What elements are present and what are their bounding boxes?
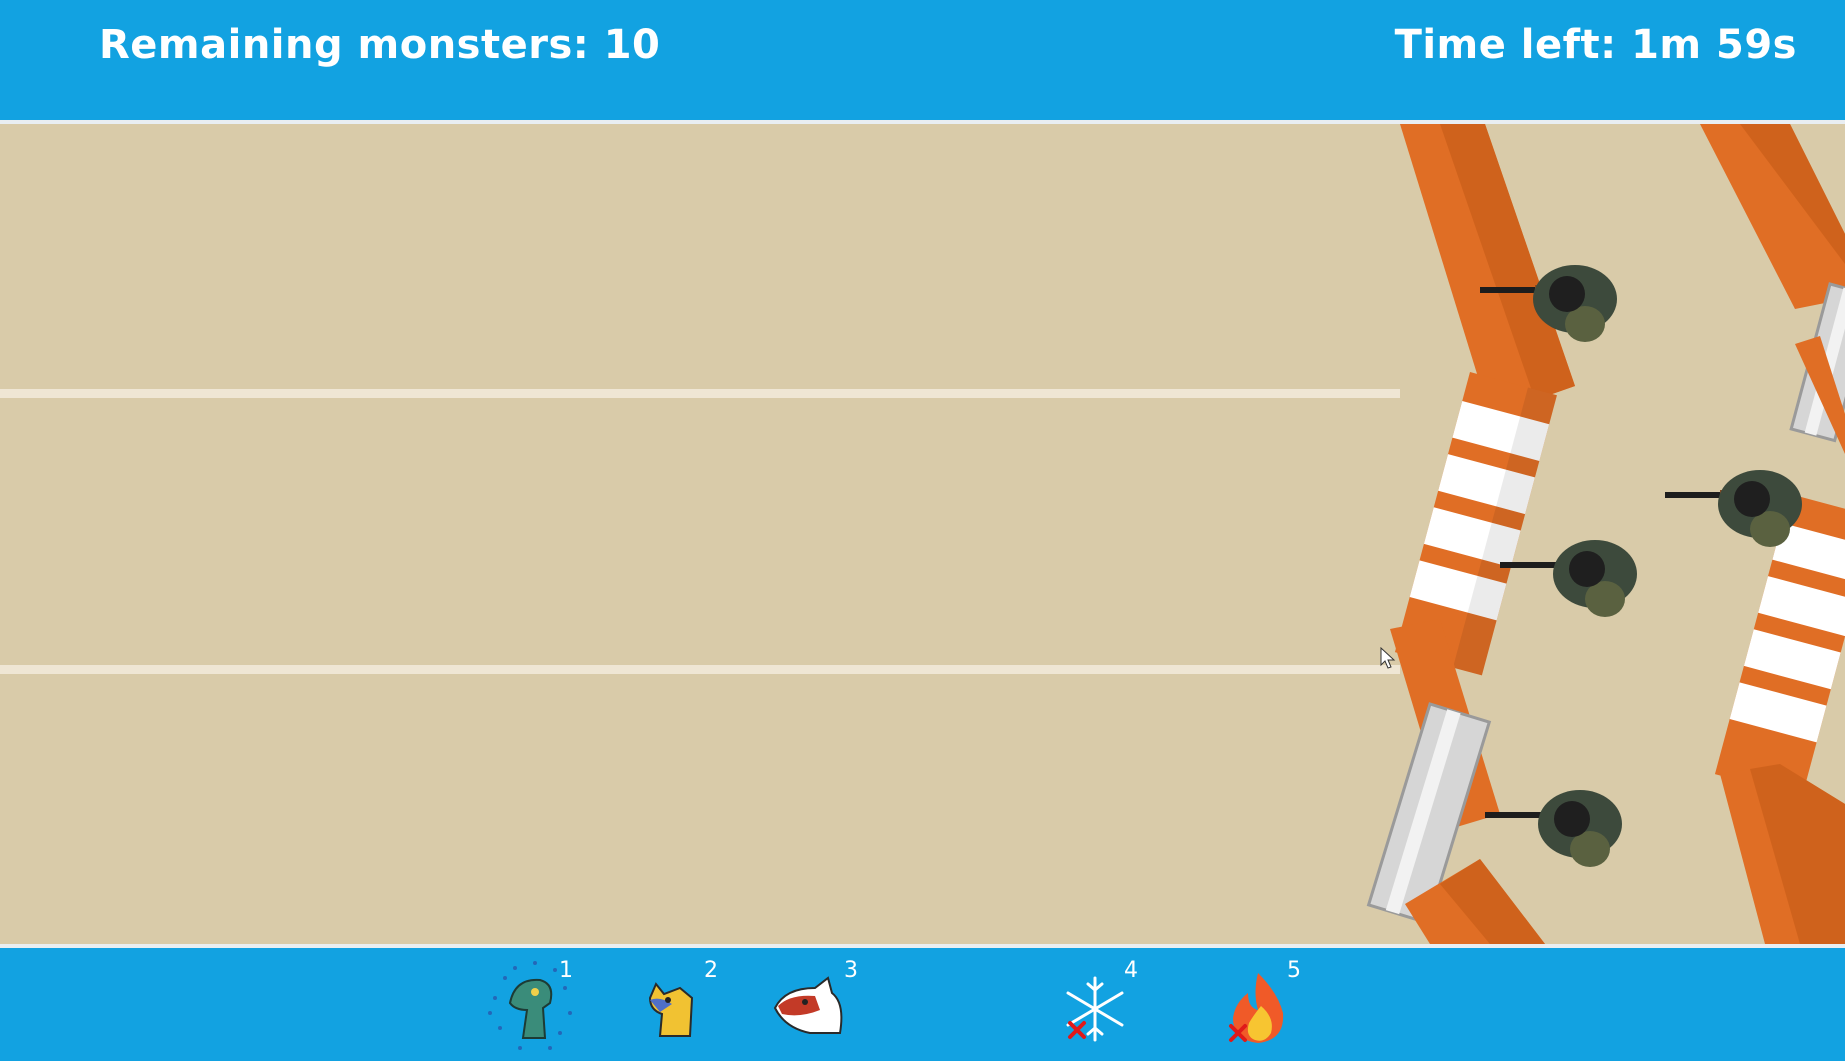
hotbar-key-3: 3 bbox=[844, 958, 858, 983]
time-left-timer: Time left: 1m 59s bbox=[1394, 22, 1797, 68]
soldier bbox=[1485, 790, 1622, 867]
hotbar-slot-5[interactable]: 5 bbox=[1203, 948, 1313, 1061]
hotbar-slot-3[interactable]: 3 bbox=[760, 948, 870, 1061]
hotbar-slot-4[interactable]: 4 bbox=[1040, 948, 1150, 1061]
hotbar-key-4: 4 bbox=[1124, 958, 1138, 983]
unit-hotbar: 1 2 3 4 5 bbox=[0, 944, 1845, 1061]
remaining-monsters-counter: Remaining monsters: 10 bbox=[99, 22, 661, 68]
battlefield[interactable] bbox=[0, 124, 1845, 944]
mouse-cursor-icon bbox=[1380, 647, 1396, 669]
hotbar-key-1: 1 bbox=[559, 958, 573, 983]
disabled-x-icon bbox=[1068, 1021, 1086, 1039]
hotbar-key-5: 5 bbox=[1287, 958, 1301, 983]
hotbar-slot-1[interactable]: 1 bbox=[475, 948, 585, 1061]
defense-barricades bbox=[1366, 124, 1845, 944]
hotbar-slot-2[interactable]: 2 bbox=[620, 948, 730, 1061]
hotbar-key-2: 2 bbox=[704, 958, 718, 983]
soldier bbox=[1665, 470, 1802, 547]
top-hud: Remaining monsters: 10 Time left: 1m 59s bbox=[0, 0, 1845, 124]
soldier bbox=[1500, 540, 1637, 617]
